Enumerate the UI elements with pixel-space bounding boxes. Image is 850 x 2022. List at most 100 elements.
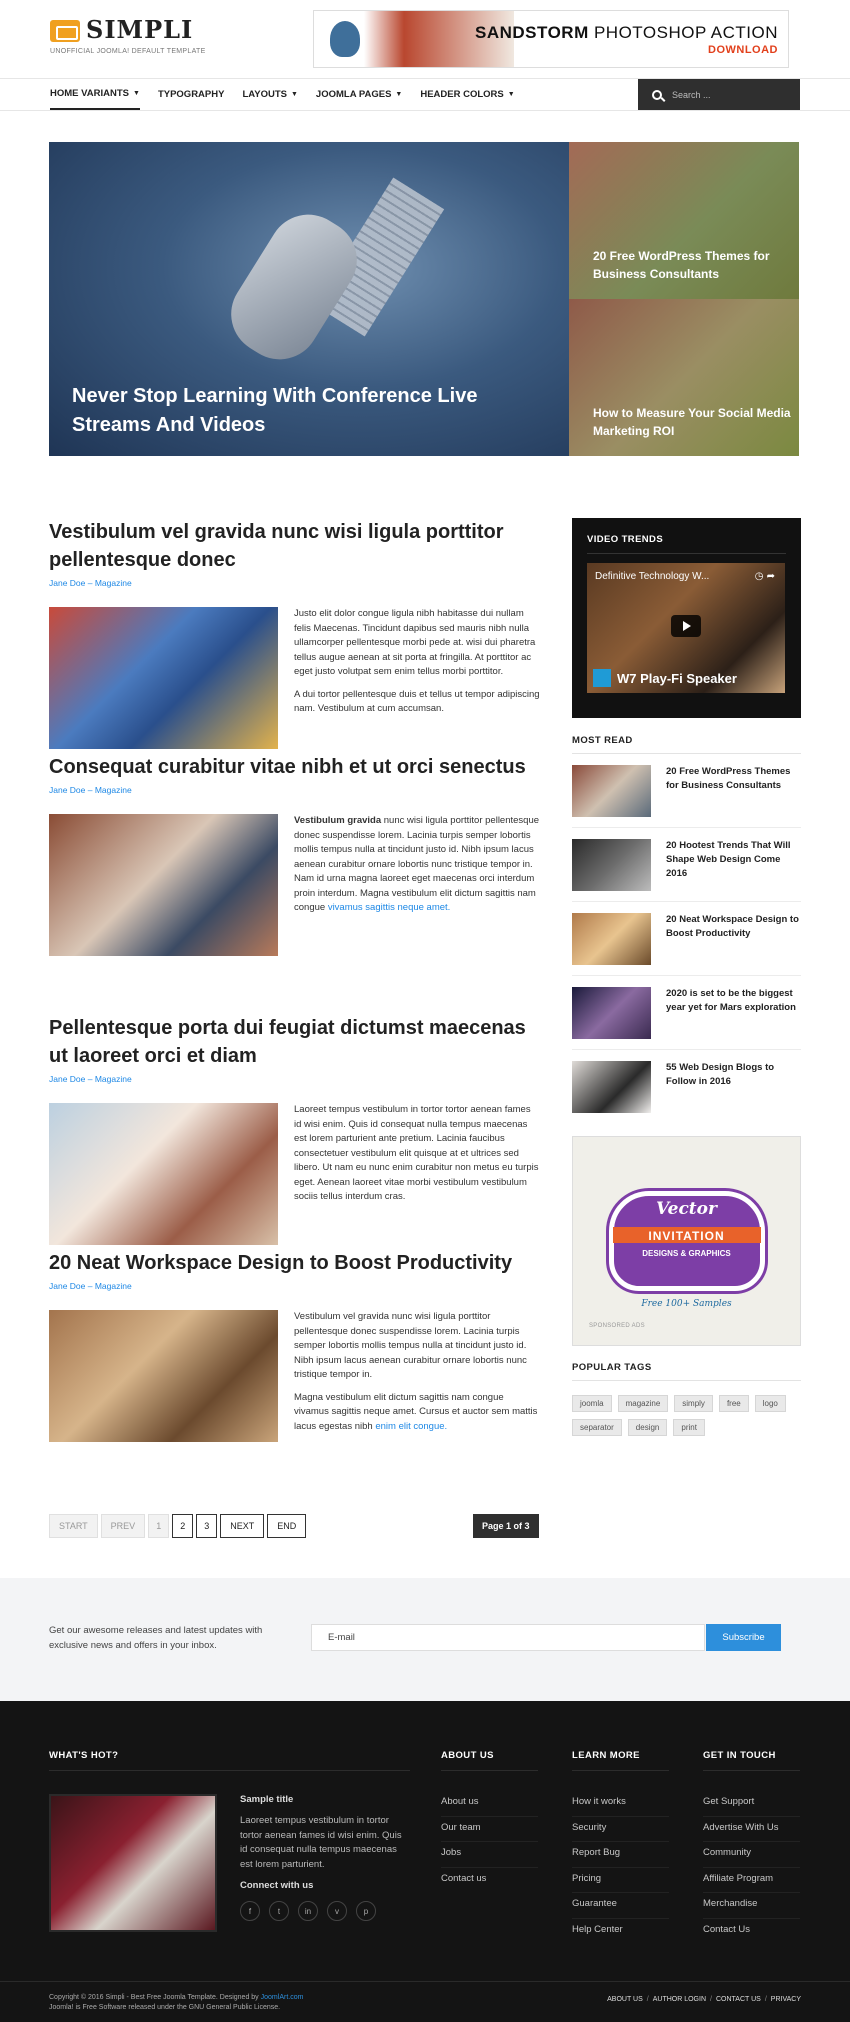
most-read-item[interactable]: 20 Hootest Trends That Will Shape Web De… [572, 828, 801, 902]
article-title[interactable]: Vestibulum vel gravida nunc wisi ligula … [49, 518, 540, 574]
bottom-link-privacy[interactable]: PRIVACY [771, 1996, 801, 2003]
article-image[interactable] [49, 607, 278, 749]
article-image[interactable] [49, 814, 278, 956]
footer-link[interactable]: Jobs [441, 1842, 538, 1868]
nav-typography[interactable]: TYPOGRAPHY [158, 79, 225, 110]
item-thumbnail [572, 1061, 651, 1113]
pagination-page-1[interactable]: 1 [148, 1514, 170, 1538]
inline-link[interactable]: vivamus sagittis neque amet. [328, 902, 451, 913]
nav-joomla-pages[interactable]: JOOMLA PAGES ▼ [316, 79, 402, 110]
subscribe-button[interactable]: Subscribe [706, 1624, 781, 1651]
excerpt-paragraph: Magna vestibulum elit dictum sagittis na… [294, 1391, 538, 1432]
hero-side-article[interactable]: 20 Free WordPress Themes for Business Co… [569, 142, 799, 299]
share-icon[interactable]: ◷ ➦ [755, 571, 775, 582]
pagination-prev[interactable]: PREV [100, 1514, 146, 1538]
footer-link[interactable]: Advertise With Us [703, 1817, 800, 1843]
inline-link[interactable]: enim elit congue. [375, 1421, 447, 1432]
search-icon[interactable] [652, 89, 662, 100]
category-link[interactable]: Magazine [95, 785, 132, 795]
tag-magazine[interactable]: magazine [617, 1395, 669, 1412]
nav-header-colors[interactable]: HEADER COLORS ▼ [420, 79, 514, 110]
footer-link[interactable]: Community [703, 1842, 800, 1868]
article-body: Justo elit dolor congue ligula nibh habi… [49, 607, 540, 749]
pagination-page-3[interactable]: 3 [196, 1514, 218, 1538]
excerpt-paragraph: Vestibulum gravida nunc wisi ligula port… [294, 815, 540, 913]
article-title[interactable]: 20 Neat Workspace Design to Boost Produc… [49, 1249, 540, 1277]
footer-link[interactable]: Guarantee [572, 1893, 669, 1919]
vimeo-icon[interactable]: v [327, 1901, 347, 1921]
excerpt-paragraph: Laoreet tempus vestibulum in tortor tort… [294, 1104, 539, 1202]
footer-link[interactable]: Security [572, 1817, 669, 1843]
bottom-link-author-login[interactable]: AUTHOR LOGIN [653, 1996, 706, 2003]
search-input[interactable] [672, 89, 782, 100]
footer-link[interactable]: Help Center [572, 1919, 669, 1945]
footer-link[interactable]: About us [441, 1791, 538, 1817]
linkedin-icon[interactable]: in [298, 1901, 318, 1921]
most-read-item[interactable]: 20 Neat Workspace Design to Boost Produc… [572, 902, 801, 976]
tag-logo[interactable]: logo [754, 1395, 786, 1412]
category-link[interactable]: Magazine [95, 1074, 132, 1084]
author-link[interactable]: Jane Doe [49, 1281, 85, 1291]
most-read-item[interactable]: 20 Free WordPress Themes for Business Co… [572, 754, 801, 828]
footer-link[interactable]: Affiliate Program [703, 1868, 800, 1894]
logo-tagline: UNOFFICIAL JOOMLA! DEFAULT TEMPLATE [50, 48, 206, 55]
video-player[interactable]: Definitive Technology W... ◷ ➦ W7 Play-F… [587, 563, 785, 693]
footer-link[interactable]: Get Support [703, 1791, 800, 1817]
site-logo[interactable]: SIMPLI UNOFFICIAL JOOMLA! DEFAULT TEMPLA… [50, 18, 205, 55]
pinterest-icon[interactable]: p [356, 1901, 376, 1921]
tag-print[interactable]: print [673, 1419, 705, 1436]
article-body: Vestibulum gravida nunc wisi ligula port… [49, 814, 540, 956]
video-trends-module: VIDEO TRENDS Definitive Technology W... … [572, 518, 801, 718]
most-read-item[interactable]: 2020 is set to be the biggest year yet f… [572, 976, 801, 1050]
pagination-next[interactable]: NEXT [220, 1514, 265, 1538]
article-title[interactable]: Consequat curabitur vitae nibh et ut orc… [49, 753, 540, 781]
pagination-page-2[interactable]: 2 [172, 1514, 194, 1538]
author-link[interactable]: Jane Doe [49, 1074, 85, 1084]
hero-side-article[interactable]: How to Measure Your Social Media Marketi… [569, 299, 799, 456]
footer-link[interactable]: Report Bug [572, 1842, 669, 1868]
email-field[interactable] [311, 1624, 705, 1651]
tag-design[interactable]: design [627, 1419, 668, 1436]
bottom-link-about[interactable]: ABOUT US [607, 1996, 643, 2003]
bottom-link-contact[interactable]: CONTACT US [716, 1996, 761, 2003]
hero-side-title: 20 Free WordPress Themes for Business Co… [593, 249, 770, 281]
category-link[interactable]: Magazine [95, 578, 132, 588]
footer-link[interactable]: Contact us [441, 1868, 538, 1894]
nav-home-variants[interactable]: HOME VARIANTS ▼ [50, 79, 140, 110]
pagination-end[interactable]: END [267, 1514, 307, 1538]
pagination-start[interactable]: START [49, 1514, 98, 1538]
module-title: VIDEO TRENDS [587, 534, 786, 554]
article-image[interactable] [49, 1103, 278, 1245]
footer-hot-image[interactable] [49, 1794, 217, 1932]
tag-separator[interactable]: separator [572, 1419, 622, 1436]
header-banner-ad[interactable]: SANDSTORM PHOTOSHOP ACTION DOWNLOAD [313, 10, 789, 68]
facebook-icon[interactable]: f [240, 1901, 260, 1921]
footer-link[interactable]: How it works [572, 1791, 669, 1817]
item-thumbnail [572, 839, 651, 891]
category-link[interactable]: Magazine [95, 1281, 132, 1291]
tag-joomla[interactable]: joomla [572, 1395, 612, 1412]
footer-link[interactable]: Pricing [572, 1868, 669, 1894]
article-title[interactable]: Pellentesque porta dui feugiat dictumst … [49, 1014, 540, 1070]
article-meta: Jane Doe – Magazine [49, 1281, 132, 1291]
tag-simply[interactable]: simply [674, 1395, 713, 1412]
author-link[interactable]: Jane Doe [49, 785, 85, 795]
hero-grid: Never Stop Learning With Conference Live… [49, 142, 799, 456]
most-read-item[interactable]: 55 Web Design Blogs to Follow in 2016 [572, 1050, 801, 1123]
footer-link[interactable]: Merchandise [703, 1893, 800, 1919]
footer-link[interactable]: Our team [441, 1817, 538, 1843]
joomlart-link[interactable]: JoomlArt.com [261, 1994, 304, 2001]
hero-main-article[interactable]: Never Stop Learning With Conference Live… [49, 142, 569, 456]
banner-download: DOWNLOAD [708, 44, 778, 56]
nav-layouts[interactable]: LAYOUTS ▼ [242, 79, 297, 110]
tag-free[interactable]: free [718, 1395, 749, 1412]
excerpt-paragraph: A dui tortor pellentesque duis et tellus… [294, 688, 540, 715]
author-link[interactable]: Jane Doe [49, 578, 85, 588]
article-image[interactable] [49, 1310, 278, 1442]
video-caption: W7 Play-Fi Speaker [593, 669, 737, 687]
play-icon[interactable] [671, 615, 701, 637]
footer-link[interactable]: Contact Us [703, 1919, 800, 1945]
connect-label: Connect with us [240, 1880, 314, 1891]
twitter-icon[interactable]: t [269, 1901, 289, 1921]
sponsored-ad[interactable]: Vector INVITATION DESIGNS & GRAPHICS Fre… [572, 1136, 801, 1346]
